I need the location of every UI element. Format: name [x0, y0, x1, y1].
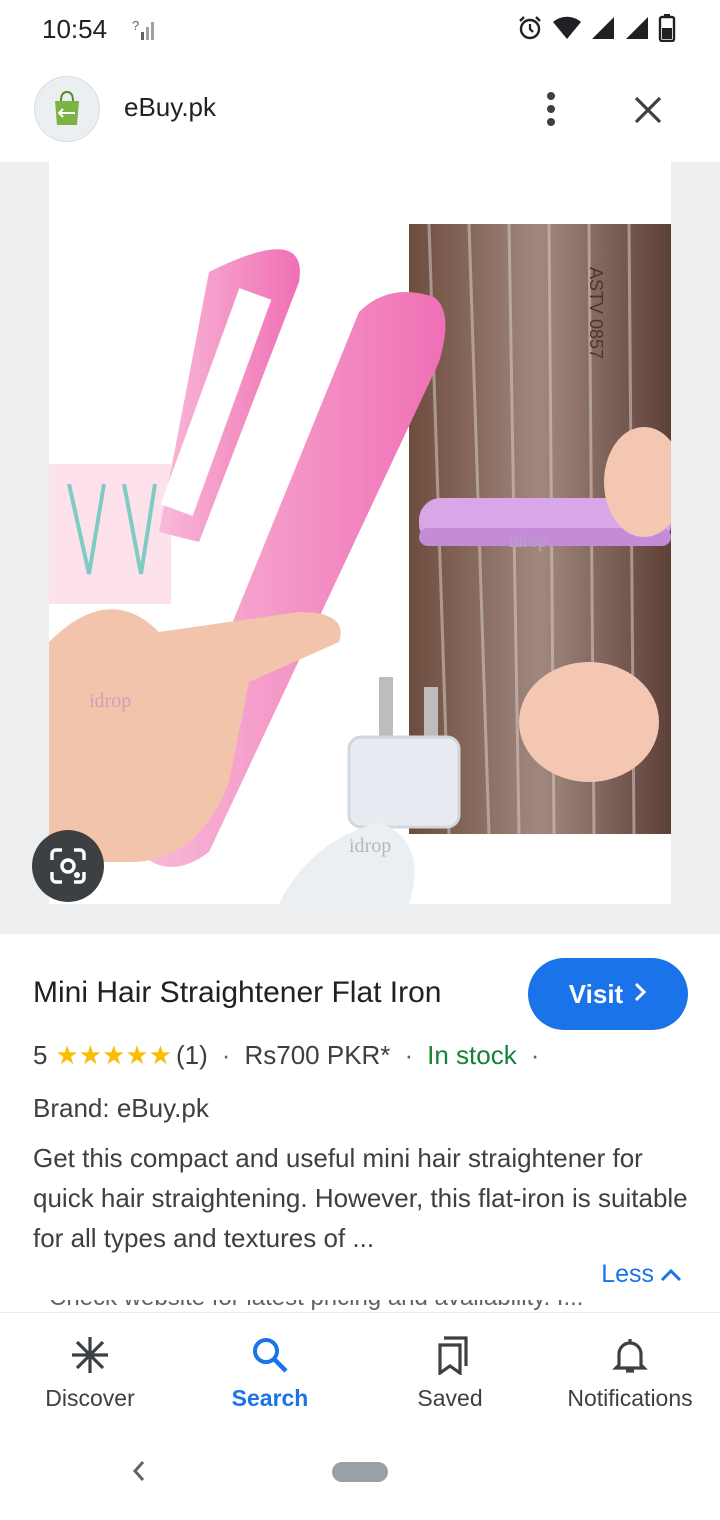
- chevron-up-icon: [660, 1260, 682, 1289]
- status-icons: [516, 14, 676, 47]
- disclaimer-line: * Check website for latest pricing and a…: [33, 1300, 633, 1312]
- brand-watermark: idrop: [349, 835, 391, 857]
- asterisk-icon: [68, 1333, 112, 1377]
- product-meta: 5 ★★★★★ (1) · Rs700 PKR* · In stock ·: [33, 1040, 553, 1071]
- separator: ·: [404, 1040, 414, 1070]
- nav-discover[interactable]: Discover: [0, 1313, 180, 1431]
- review-count[interactable]: (1): [176, 1040, 208, 1071]
- site-name[interactable]: eBuy.pk: [124, 92, 216, 123]
- brand-watermark: idrop: [89, 690, 131, 712]
- less-button[interactable]: Less: [601, 1260, 682, 1289]
- product-description: Get this compact and useful mini hair st…: [33, 1143, 688, 1253]
- image-code-watermark: ASTV 0857: [586, 267, 606, 359]
- availability-status: In stock: [427, 1040, 517, 1070]
- network-unknown-icon: ?: [132, 16, 158, 47]
- result-header: eBuy.pk: [0, 62, 720, 162]
- google-lens-icon[interactable]: [32, 830, 104, 902]
- nav-label: Notifications: [567, 1385, 693, 1411]
- nav-saved[interactable]: Saved: [360, 1313, 540, 1431]
- product-image[interactable]: idrop idrop idrop ASTV 0857: [49, 162, 671, 904]
- disclaimer-text: * Check website for latest pricing and a…: [33, 1300, 633, 1312]
- rating-value: 5: [33, 1040, 48, 1070]
- nav-search[interactable]: Search: [180, 1313, 360, 1431]
- bottom-navigation: Discover Search Saved Notifications: [0, 1312, 720, 1430]
- status-bar: 10:54 ?: [0, 0, 720, 62]
- shopping-bag-icon[interactable]: [34, 76, 100, 142]
- visit-label: Visit: [568, 978, 624, 1009]
- nav-label: Discover: [45, 1385, 135, 1411]
- signal-icon: [624, 15, 650, 46]
- price: Rs700 PKR*: [244, 1040, 391, 1070]
- signal-icon: [590, 15, 616, 46]
- star-rating-icon: ★★★★★: [55, 1040, 173, 1070]
- more-vert-icon[interactable]: [528, 86, 574, 132]
- status-time: 10:54: [42, 14, 108, 44]
- brand-watermark: idrop: [509, 531, 547, 551]
- nav-label: Search: [231, 1385, 309, 1411]
- wifi-icon: [552, 15, 582, 46]
- separator: ·: [530, 1040, 540, 1070]
- back-chevron-icon[interactable]: [124, 1456, 154, 1486]
- bell-icon: [608, 1333, 652, 1377]
- close-icon[interactable]: [624, 86, 672, 134]
- image-viewer: idrop idrop idrop ASTV 0857: [0, 162, 720, 934]
- nav-notifications[interactable]: Notifications: [540, 1313, 720, 1431]
- system-navigation: [0, 1430, 720, 1520]
- chevron-right-icon: [633, 982, 647, 1007]
- battery-icon: [658, 14, 676, 47]
- search-icon: [248, 1333, 292, 1377]
- home-handle[interactable]: [332, 1462, 388, 1482]
- saved-icon: [428, 1333, 472, 1377]
- less-label: Less: [601, 1260, 654, 1288]
- visit-button[interactable]: Visit: [528, 958, 688, 1030]
- product-title[interactable]: Mini Hair Straightener Flat Iron: [33, 976, 442, 1010]
- separator: ·: [221, 1040, 231, 1070]
- alarm-icon: [516, 14, 544, 47]
- svg-text:?: ?: [132, 18, 139, 33]
- nav-label: Saved: [417, 1385, 483, 1411]
- brand-line: Brand: eBuy.pk: [33, 1093, 209, 1123]
